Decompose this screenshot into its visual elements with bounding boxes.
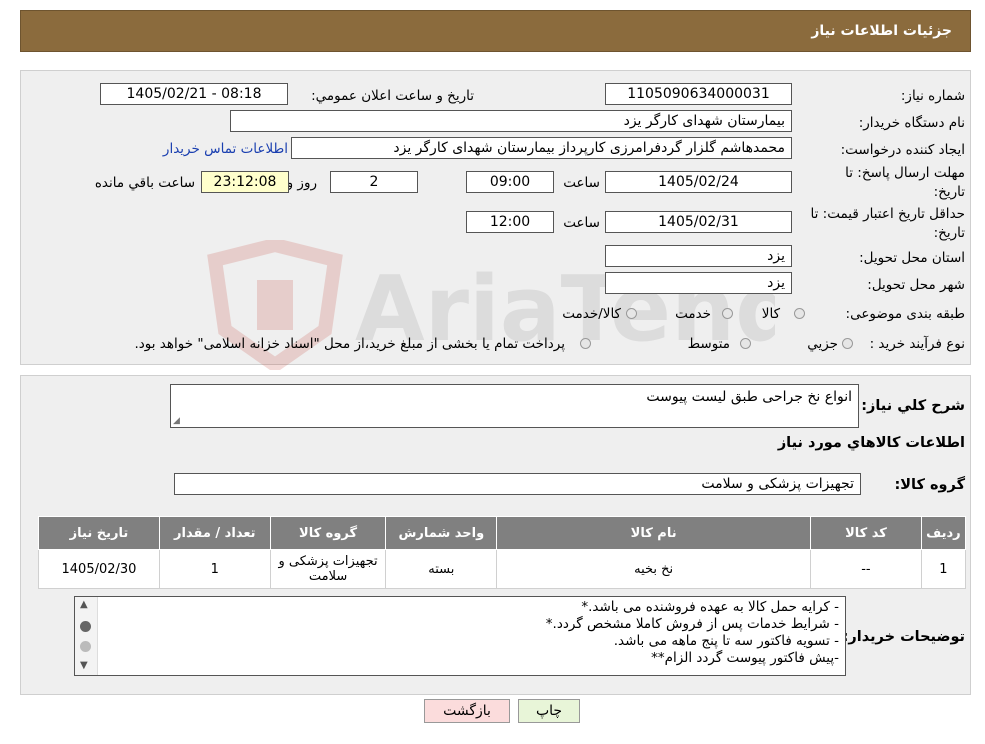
scroll-down-icon[interactable]: ▼ [80, 660, 88, 671]
notes-label: توضيحات خريدار: [842, 629, 965, 645]
creator-label: ايجاد كننده درخواست: [840, 142, 965, 158]
notes-scrollbar[interactable]: ▲ ▼ [75, 597, 98, 675]
process-treasury-checkbox[interactable] [580, 338, 591, 349]
category-goods-label: كالا [761, 306, 780, 322]
summary-text: انواع نخ جراحی طبق لیست پیوست [646, 389, 852, 405]
goods-table-header-row: رديف كد كالا نام كالا واحد شمارش گروه كا… [38, 516, 967, 550]
col-unit-header: واحد شمارش [385, 516, 498, 550]
col-row-header: رديف [920, 516, 967, 550]
col-code-header: كد كالا [810, 516, 922, 550]
scroll-up-icon[interactable]: ▲ [80, 599, 88, 610]
goods-info-title: اطلاعات كالاهاي مورد نياز [777, 435, 965, 451]
notes-line: - شرایط خدمات پس از فروش کاملا مشخص گردد… [545, 616, 839, 632]
reply-time-label: ساعت [563, 175, 600, 191]
reply-date-field: 1405/02/24 [605, 171, 792, 193]
print-button[interactable]: چاپ [518, 699, 580, 723]
remaining-time-field: 23:12:08 [201, 171, 289, 193]
province-label: استان محل تحويل: [859, 250, 965, 266]
notes-text: - کرایه حمل کالا به عهده فروشنده می باشد… [99, 599, 839, 667]
reply-deadline-label-date: تاريخ: [933, 184, 965, 200]
cell-qty: 1 [158, 549, 271, 589]
process-minor-radio[interactable] [842, 338, 853, 349]
validity-time-label: ساعت [563, 215, 600, 231]
page-header: جزئيات اطلاعات نياز [20, 10, 971, 52]
validity-date-field: 1405/02/31 [605, 211, 792, 233]
goods-table: رديف كد كالا نام كالا واحد شمارش گروه كا… [38, 516, 967, 589]
city-field: يزد [605, 272, 792, 294]
validity-label-date: تاريخ: [933, 225, 965, 241]
process-medium-label: متوسط [687, 336, 730, 352]
cell-row: 1 [920, 549, 967, 589]
need-number-label: شماره نياز: [900, 88, 965, 104]
cell-group: تجهيزات پزشكی و سلامت [269, 549, 387, 589]
goods-group-field: تجهيزات پزشكی و سلامت [174, 473, 861, 495]
buyer-label: نام دستگاه خريدار: [858, 115, 965, 131]
category-goods-radio[interactable] [794, 308, 805, 319]
cell-code: -- [810, 549, 922, 589]
announce-date-field: 1405/02/21 - 08:18 [100, 83, 288, 105]
category-service-radio[interactable] [722, 308, 733, 319]
resize-handle-icon[interactable]: ◢ [173, 416, 180, 426]
scroll-track-dot [80, 641, 91, 652]
cell-unit: بسته [385, 549, 498, 589]
cell-date: 1405/02/30 [38, 549, 160, 589]
notes-line: - تسویه فاکتور سه تا پنج ماهه می باشد. [613, 633, 839, 649]
table-row: 1 -- نخ بخیه بسته تجهيزات پزشكی و سلامت … [38, 549, 967, 589]
reply-time-field: 09:00 [466, 171, 554, 193]
col-date-header: تاريخ نياز [38, 516, 160, 550]
validity-label: حداقل تاريخ اعتبار قيمت: تا [810, 206, 965, 222]
notes-line: -پیش فاکتور پیوست گردد الزام** [651, 650, 839, 666]
buyer-field: بيمارستان شهداى كارگر يزد [230, 110, 792, 132]
buyer-contact-link[interactable]: اطلاعات تماس خريدار [163, 141, 288, 157]
notes-textarea[interactable]: - کرایه حمل کالا به عهده فروشنده می باشد… [74, 596, 846, 676]
col-name-header: نام كالا [496, 516, 812, 550]
validity-time-field: 12:00 [466, 211, 554, 233]
category-label: طبقه بندی موضوعی: [845, 306, 965, 322]
back-button[interactable]: بازگشت [424, 699, 510, 723]
remaining-days-label: روز و [286, 175, 317, 191]
page-title: جزئيات اطلاعات نياز [811, 23, 952, 39]
category-service-label: خدمت [675, 306, 711, 322]
scroll-thumb[interactable] [80, 621, 91, 632]
process-label: نوع فرآيند خريد : [869, 336, 965, 352]
announce-date-label: تاريخ و ساعت اعلان عمومي: [311, 88, 474, 104]
process-minor-label: جزيي [807, 336, 838, 352]
remaining-days-field: 2 [330, 171, 418, 193]
reply-deadline-label: مهلت ارسال پاسخ: تا [845, 165, 965, 181]
city-label: شهر محل تحويل: [867, 277, 965, 293]
summary-label: شرح كلي نياز: [861, 398, 965, 414]
col-group-header: گروه كالا [269, 516, 387, 550]
process-medium-radio[interactable] [740, 338, 751, 349]
col-qty-header: تعداد / مقدار [158, 516, 271, 550]
category-both-radio[interactable] [626, 308, 637, 319]
process-treasury-note: پرداخت تمام يا بخشی از مبلغ خريد،از محل … [134, 336, 565, 352]
province-field: يزد [605, 245, 792, 267]
notes-line: - کرایه حمل کالا به عهده فروشنده می باشد… [581, 599, 839, 615]
summary-textarea[interactable]: انواع نخ جراحی طبق لیست پیوست ◢ [170, 384, 859, 428]
category-both-label: كالا/خدمت [562, 306, 621, 322]
cell-name: نخ بخیه [496, 549, 812, 589]
goods-group-label: گروه كالا: [894, 477, 965, 493]
need-number-field: 1105090634000031 [605, 83, 792, 105]
creator-field: محمدهاشم گلزار گردفرامرزی کارپرداز بیمار… [291, 137, 792, 159]
remaining-time-label: ساعت باقي مانده [94, 175, 195, 191]
